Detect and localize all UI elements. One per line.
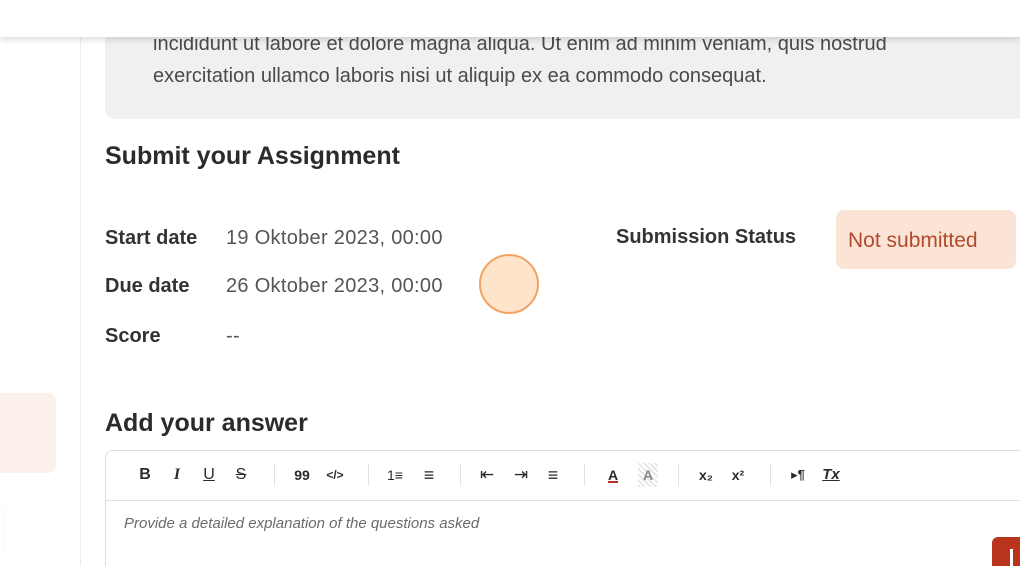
superscript-button[interactable]: x² [726, 463, 750, 487]
toolbar-separator [274, 464, 275, 486]
clear-format-button[interactable]: Tx [820, 463, 842, 487]
indent-button[interactable]: ⇥ [510, 463, 532, 487]
assignment-page: incididunt ut labore et dolore magna ali… [0, 0, 1020, 566]
toolbar-separator [770, 464, 771, 486]
sidebar-divider [80, 37, 81, 566]
highlight-button[interactable]: A [638, 463, 658, 487]
add-answer-title: Add your answer [105, 409, 308, 437]
strikethrough-button[interactable]: S [232, 463, 250, 487]
toolbar-separator [368, 464, 369, 486]
submit-button-glyph [1010, 549, 1016, 566]
submit-answer-button[interactable] [992, 537, 1020, 566]
submission-status-label: Submission Status [616, 226, 797, 248]
blockquote-button[interactable]: 99 [292, 463, 312, 487]
assignment-description-text: incididunt ut labore et dolore magna ali… [153, 28, 1020, 92]
due-date-label: Due date [105, 275, 190, 297]
cursor-click-indicator [479, 254, 539, 314]
code-button[interactable]: </> [324, 463, 346, 487]
toolbar-separator [460, 464, 461, 486]
bold-button[interactable]: B [136, 463, 154, 487]
editor-toolbar: B I U S 99 </> 1≡ ≡ ⇤ ⇥ ≡ A A x₂ x² ▸¶ T… [106, 451, 1020, 501]
score-value: -- [226, 325, 240, 347]
bullet-list-button[interactable]: ≡ [418, 463, 440, 487]
start-date-label: Start date [105, 227, 198, 249]
submission-status-badge: Not submitted [836, 210, 1016, 269]
score-label: Score [105, 325, 161, 347]
toolbar-separator [678, 464, 679, 486]
answer-placeholder: Provide a detailed explanation of the qu… [124, 515, 480, 532]
sidebar-collapsed-item[interactable] [0, 509, 4, 553]
due-date-value: 26 Oktober 2023, 00:00 [226, 275, 443, 297]
answer-editor[interactable]: B I U S 99 </> 1≡ ≡ ⇤ ⇥ ≡ A A x₂ x² ▸¶ T… [105, 450, 1020, 566]
description-line-2: exercitation ullamco laboris nisi ut ali… [153, 65, 767, 87]
toolbar-separator [584, 464, 585, 486]
subscript-button[interactable]: x₂ [694, 463, 718, 487]
align-button[interactable]: ≡ [542, 463, 564, 487]
start-date-value: 19 Oktober 2023, 00:00 [226, 227, 443, 249]
sidebar-active-item[interactable] [0, 393, 56, 473]
ordered-list-button[interactable]: 1≡ [384, 463, 406, 487]
submit-assignment-title: Submit your Assignment [105, 142, 400, 170]
text-color-button[interactable]: A [604, 463, 622, 487]
outdent-button[interactable]: ⇤ [476, 463, 498, 487]
italic-button[interactable]: I [168, 463, 186, 487]
text-direction-button[interactable]: ▸¶ [786, 463, 810, 487]
underline-button[interactable]: U [200, 463, 218, 487]
top-header-bar [0, 0, 1020, 37]
